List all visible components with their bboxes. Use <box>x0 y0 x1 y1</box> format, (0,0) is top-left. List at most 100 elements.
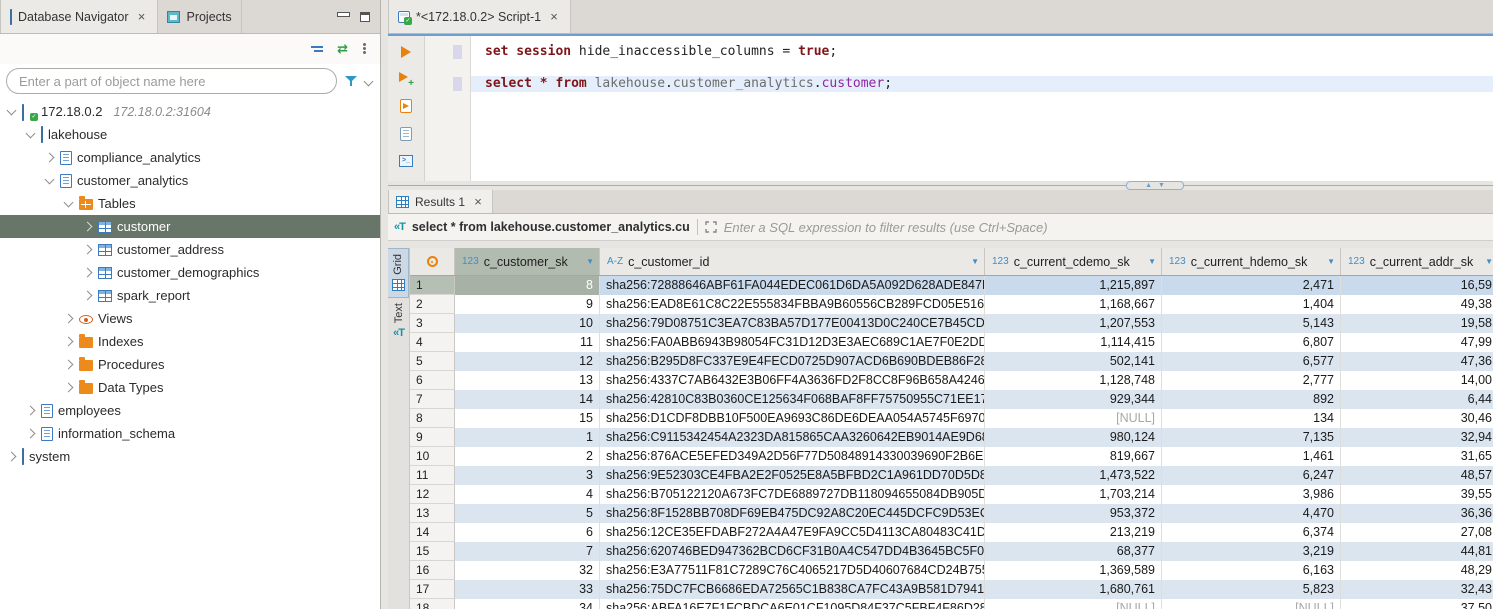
grid-cell[interactable]: sha256:620746BED947362BCD6CF31B0A4C547DD… <box>600 542 985 561</box>
grid-cell[interactable]: 892 <box>1162 390 1341 409</box>
grid-cell[interactable]: 4 <box>455 485 600 504</box>
open-sql-console-icon[interactable] <box>399 155 413 167</box>
grid-cell[interactable]: sha256:42810C83B0360CE125634F068BAF8FF75… <box>600 390 985 409</box>
grid-cell[interactable]: 213,219 <box>985 523 1162 542</box>
row-number[interactable]: 5 <box>410 352 455 371</box>
grid-cell[interactable]: 30,46 <box>1341 409 1493 428</box>
row-number[interactable]: 2 <box>410 295 455 314</box>
grid-cell[interactable]: sha256:8F1528BB708DF69EB475DC92A8C20EC44… <box>600 504 985 523</box>
grid-cell[interactable]: 3,219 <box>1162 542 1341 561</box>
grid-cell[interactable]: 10 <box>455 314 600 333</box>
tree-item-customer-demographics[interactable]: customer_demographics <box>0 261 380 284</box>
grid-cell[interactable]: 980,124 <box>985 428 1162 447</box>
grid-cell[interactable]: 33 <box>455 580 600 599</box>
code-line[interactable]: select * from lakehouse.customer_analyti… <box>471 76 1493 92</box>
grid-cell[interactable]: sha256:ABFA16E7F1FCBDCA6E01CF1095D84F37C… <box>600 599 985 609</box>
chevron-right-icon[interactable] <box>64 314 74 324</box>
row-number[interactable]: 4 <box>410 333 455 352</box>
grid-cell[interactable]: 36,36 <box>1341 504 1493 523</box>
column-header-c_current_addr_sk[interactable]: 123c_current_addr_sk <box>1341 248 1493 275</box>
close-icon[interactable] <box>547 9 561 24</box>
sort-dropdown-icon[interactable] <box>586 257 594 266</box>
chevron-right-icon[interactable] <box>64 360 74 370</box>
grid-cell[interactable]: 6,374 <box>1162 523 1341 542</box>
grid-cell[interactable]: 7,135 <box>1162 428 1341 447</box>
grid-cell[interactable]: 929,344 <box>985 390 1162 409</box>
grid-cell[interactable]: 1 <box>455 428 600 447</box>
collapse-up-icon[interactable]: ▲ <box>1145 182 1152 189</box>
grid-cell[interactable]: 68,377 <box>985 542 1162 561</box>
chevron-right-icon[interactable] <box>26 429 36 439</box>
minimize-icon[interactable] <box>337 12 348 21</box>
filter-funnel-icon[interactable] <box>345 75 357 87</box>
grid-cell[interactable]: 1,461 <box>1162 447 1341 466</box>
grid-cell[interactable]: 4,470 <box>1162 504 1341 523</box>
code-line[interactable] <box>471 60 1493 76</box>
grid-cell[interactable]: 5,823 <box>1162 580 1341 599</box>
row-number[interactable]: 16 <box>410 561 455 580</box>
sort-dropdown-icon[interactable] <box>1485 257 1493 266</box>
link-with-editor-icon[interactable] <box>337 43 348 55</box>
grid-cell[interactable]: 12 <box>455 352 600 371</box>
chevron-right-icon[interactable] <box>83 245 93 255</box>
row-number[interactable]: 6 <box>410 371 455 390</box>
row-number[interactable]: 1 <box>410 276 455 295</box>
grid-cell[interactable]: 953,372 <box>985 504 1162 523</box>
column-header-c_customer_id[interactable]: A-Zc_customer_id <box>600 248 985 275</box>
grid-cell[interactable]: 32,43 <box>1341 580 1493 599</box>
chevron-right-icon[interactable] <box>83 291 93 301</box>
grid-cell[interactable]: 2 <box>455 447 600 466</box>
grid-cell[interactable]: 6,247 <box>1162 466 1341 485</box>
grid-cell[interactable]: sha256:12CE35EFDABF272A4A47E9FA9CC5D4113… <box>600 523 985 542</box>
row-number[interactable]: 18 <box>410 599 455 609</box>
grid-cell[interactable]: 32 <box>455 561 600 580</box>
tree-item-172.18.0.2[interactable]: 172.18.0.2172.18.0.2:31604 <box>0 100 380 123</box>
grid-cell[interactable]: sha256:9E52303CE4FBA2E2F0525E8A5BFBD2C1A… <box>600 466 985 485</box>
grid-cell[interactable]: 134 <box>1162 409 1341 428</box>
chevron-down-icon[interactable] <box>7 105 17 115</box>
sort-dropdown-icon[interactable] <box>971 257 979 266</box>
column-header-c_customer_sk[interactable]: 123c_customer_sk <box>455 248 600 275</box>
grid-cell[interactable]: sha256:72888646ABF61FA044EDEC061D6DA5A09… <box>600 276 985 295</box>
tree-item-customer-address[interactable]: customer_address <box>0 238 380 261</box>
execute-statement-icon[interactable] <box>401 46 411 58</box>
grid-cell[interactable]: 34 <box>455 599 600 609</box>
tree-item-tables[interactable]: Tables <box>0 192 380 215</box>
view-menu-icon[interactable] <box>362 42 366 56</box>
close-icon[interactable] <box>471 194 485 209</box>
tree-item-data-types[interactable]: Data Types <box>0 376 380 399</box>
grid-cell[interactable]: 11 <box>455 333 600 352</box>
grid-cell[interactable]: 8 <box>455 276 600 295</box>
tree-item-spark-report[interactable]: spark_report <box>0 284 380 307</box>
grid-cell[interactable]: 48,57 <box>1341 466 1493 485</box>
grid-cell[interactable]: sha256:E3A77511F81C7289C76C4065217D5D406… <box>600 561 985 580</box>
grid-cell[interactable]: 5,143 <box>1162 314 1341 333</box>
execute-new-tab-icon[interactable] <box>399 72 413 85</box>
presentation-tab-grid[interactable]: Grid <box>388 248 409 298</box>
grid-cell[interactable]: sha256:B705122120A673FC7DE6889727DB11809… <box>600 485 985 504</box>
grid-cell[interactable]: 2,471 <box>1162 276 1341 295</box>
tree-item-procedures[interactable]: Procedures <box>0 353 380 376</box>
grid-cell[interactable]: 1,369,589 <box>985 561 1162 580</box>
chevron-right-icon[interactable] <box>26 406 36 416</box>
grid-cell[interactable]: [NULL] <box>985 409 1162 428</box>
chevron-down-icon[interactable] <box>64 197 74 207</box>
grid-cell[interactable]: sha256:C9115342454A2323DA815865CAA326064… <box>600 428 985 447</box>
row-number[interactable]: 10 <box>410 447 455 466</box>
grid-cell[interactable]: 6 <box>455 523 600 542</box>
grid-cell[interactable]: 31,65 <box>1341 447 1493 466</box>
collapse-down-icon[interactable]: ▼ <box>1158 182 1165 189</box>
collapse-all-icon[interactable] <box>311 44 323 54</box>
tree-item-system[interactable]: system <box>0 445 380 468</box>
grid-cell[interactable]: 15 <box>455 409 600 428</box>
tree-item-lakehouse[interactable]: lakehouse <box>0 123 380 146</box>
grid-cell[interactable]: 13 <box>455 371 600 390</box>
splitter-collapse-widget[interactable]: ▲ ▼ <box>1126 181 1184 190</box>
grid-cell[interactable]: 39,55 <box>1341 485 1493 504</box>
grid-corner-cell[interactable] <box>410 248 455 275</box>
grid-cell[interactable]: 1,168,667 <box>985 295 1162 314</box>
close-icon[interactable] <box>134 9 148 24</box>
tree-item-information-schema[interactable]: information_schema <box>0 422 380 445</box>
grid-cell[interactable]: 819,667 <box>985 447 1162 466</box>
tab-results-1[interactable]: Results 1 <box>388 190 493 213</box>
